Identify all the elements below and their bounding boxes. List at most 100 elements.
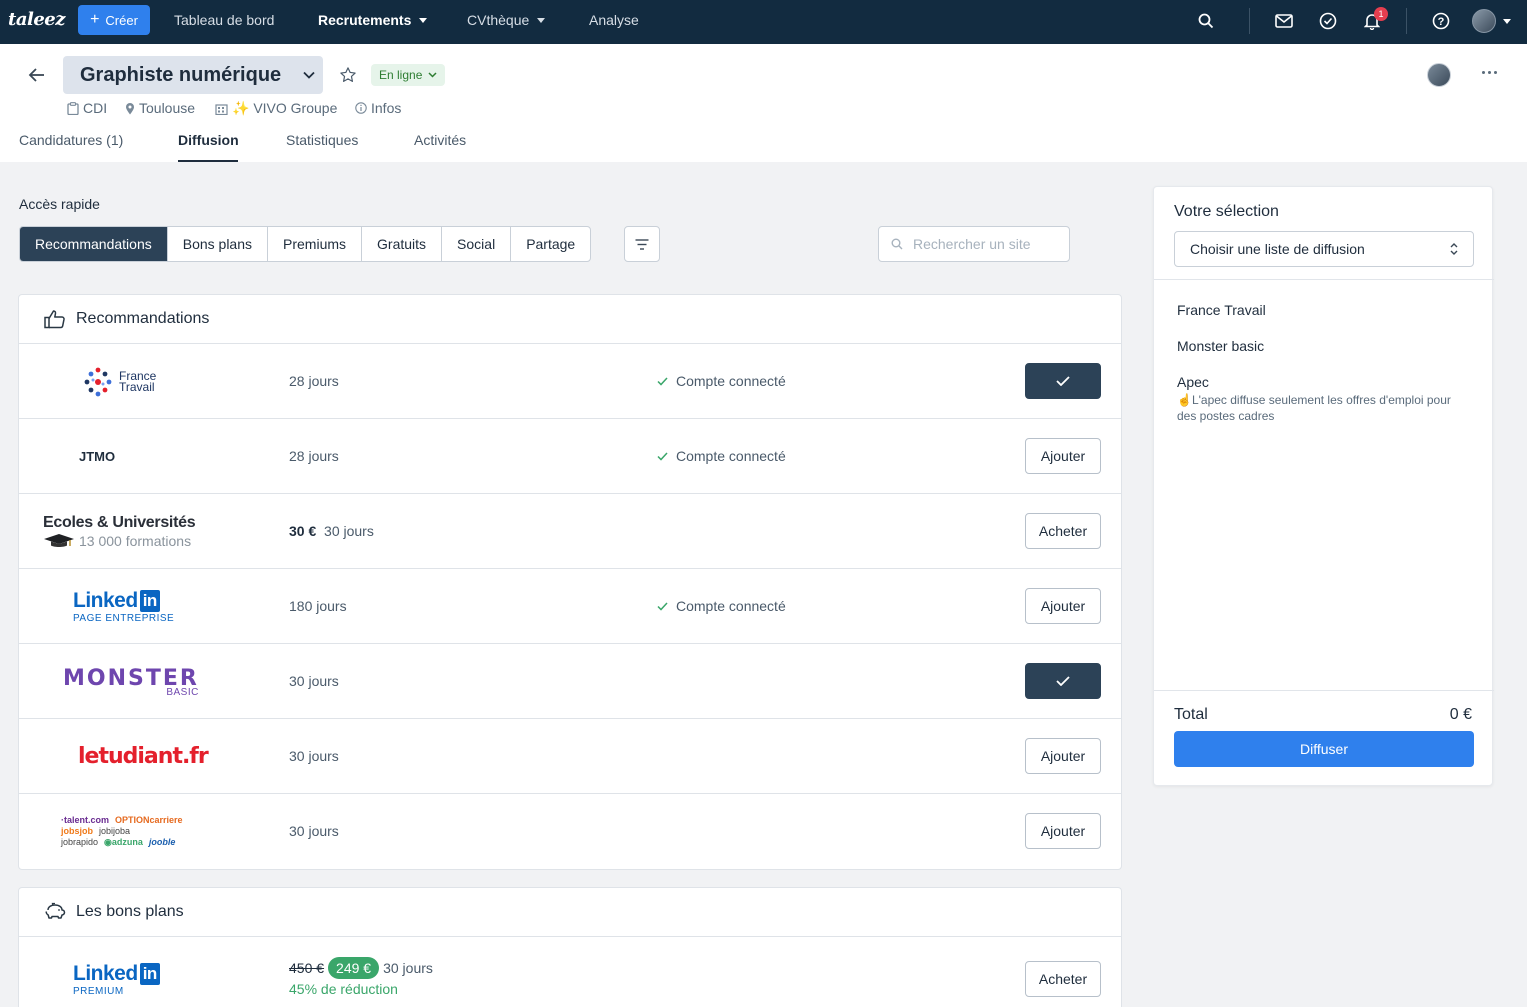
account-status: Compte connecté	[657, 373, 786, 389]
company-name: ✨ VIVO Groupe	[232, 100, 338, 116]
segment-premiums[interactable]: Premiums	[268, 227, 363, 261]
tab-statistics[interactable]: Statistiques	[286, 132, 358, 148]
status-badge[interactable]: En ligne	[371, 64, 446, 86]
selected-site-monster-basic: Monster basic	[1177, 338, 1265, 354]
tab-applications[interactable]: Candidatures (1)	[19, 132, 123, 148]
segment-gratuits[interactable]: Gratuits	[362, 227, 443, 261]
site-search-input[interactable]	[913, 236, 1053, 252]
more-options-icon[interactable]	[1482, 71, 1497, 74]
create-button[interactable]: + Créer	[78, 5, 150, 35]
caret-down-icon[interactable]	[1503, 19, 1511, 24]
add-button[interactable]: Ajouter	[1025, 438, 1101, 474]
total-value: 0 €	[1449, 706, 1472, 723]
letudiant-wordmark: letudiant.fr	[78, 744, 209, 769]
add-button[interactable]: Ajouter	[1025, 588, 1101, 624]
bell-icon[interactable]: 1	[1362, 7, 1388, 31]
ecoles-universites-logo-subtitle: 13 000 formations	[79, 532, 192, 549]
search-icon[interactable]	[1196, 11, 1216, 31]
quick-access-filter: Recommandations Bons plans Premiums Grat…	[19, 226, 592, 262]
linkedin-wordmark: Linked	[73, 589, 138, 612]
selected-toggle-button[interactable]	[1025, 363, 1101, 399]
segment-bons-plans[interactable]: Bons plans	[168, 227, 269, 261]
back-arrow-icon[interactable]	[28, 66, 46, 87]
segment-social[interactable]: Social	[442, 227, 512, 261]
filter-icon	[635, 238, 649, 250]
nav-recruitments[interactable]: Recrutements	[318, 12, 428, 28]
graduation-cap-icon	[44, 533, 74, 547]
duration: 30 jours	[324, 523, 374, 539]
tab-activities[interactable]: Activités	[414, 132, 466, 148]
france-travail-logo-text: France Travail	[119, 368, 157, 394]
infos-link[interactable]: Infos	[355, 100, 401, 116]
nav-dashboard[interactable]: Tableau de bord	[174, 12, 274, 28]
account-status-label: Compte connecté	[676, 448, 786, 464]
check-circle-icon[interactable]	[1318, 11, 1338, 31]
duration: 28 jours	[289, 448, 339, 464]
france-travail-mark-icon	[84, 367, 112, 396]
nav-cvtheque[interactable]: CVthèque	[467, 12, 546, 28]
panel-divider	[1154, 279, 1494, 280]
price-duration: 450 € 249 € 30 jours	[289, 957, 433, 979]
linkedin-in-icon: in	[139, 590, 160, 612]
mail-icon[interactable]	[1274, 11, 1294, 31]
site-row-jtmo: JTMO 28 jours Compte connecté Ajouter	[19, 419, 1121, 494]
check-icon	[657, 601, 668, 611]
location: Toulouse	[139, 100, 196, 116]
account-status: Compte connecté	[657, 598, 786, 614]
add-button[interactable]: Ajouter	[1025, 813, 1101, 849]
buy-button[interactable]: Acheter	[1025, 961, 1101, 997]
filter-button[interactable]	[624, 226, 660, 262]
info-icon	[355, 102, 367, 114]
tab-diffusion[interactable]: Diffusion	[178, 132, 239, 148]
add-button[interactable]: Ajouter	[1025, 738, 1101, 774]
letudiant-logo: letudiant.fr	[43, 719, 243, 794]
location-pin-icon	[126, 102, 134, 114]
user-avatar[interactable]	[1472, 9, 1496, 33]
jtmo-logo-text: JTMO	[79, 449, 116, 464]
piggy-bank-icon	[45, 902, 66, 919]
site-search[interactable]	[878, 226, 1070, 262]
panel-divider	[1154, 690, 1494, 691]
top-navbar: taleez + Créer Tableau de bord Recruteme…	[0, 0, 1527, 44]
buy-button[interactable]: Acheter	[1025, 513, 1101, 549]
old-price: 450 €	[289, 960, 325, 976]
create-button-label: Créer	[105, 12, 138, 28]
clipboard-icon	[67, 101, 79, 115]
recruiter-avatar[interactable]	[1427, 63, 1451, 87]
sort-arrows-icon	[1450, 243, 1458, 255]
taleez-logo[interactable]: taleez	[8, 9, 65, 30]
check-icon	[657, 376, 668, 386]
selected-toggle-button[interactable]	[1025, 663, 1101, 699]
discount-label: 45% de réduction	[289, 981, 398, 997]
linkedin-in-icon: in	[139, 963, 160, 985]
nav-analysis[interactable]: Analyse	[589, 12, 639, 28]
star-icon[interactable]	[339, 66, 357, 87]
diffuse-button[interactable]: Diffuser	[1174, 731, 1474, 767]
thumbs-up-icon	[44, 310, 65, 329]
chevron-down-icon	[428, 72, 437, 78]
aggregators-logo-cluster: ·talent.com OPTIONcarriere jobsjob jobijob…	[61, 815, 183, 847]
diffusion-list-select[interactable]: Choisir une liste de diffusion	[1174, 231, 1474, 267]
caret-down-icon	[419, 17, 428, 23]
infos-label: Infos	[371, 100, 402, 116]
search-icon	[891, 238, 903, 250]
bons-plans-title: Les bons plans	[76, 903, 184, 920]
job-title-dropdown[interactable]: Graphiste numérique	[63, 56, 323, 94]
selected-site-france-travail: France Travail	[1177, 302, 1266, 318]
duration: 30 jours	[289, 748, 339, 764]
check-icon	[657, 451, 668, 461]
recommendations-card: Recommandations France Travail 28 jours …	[18, 294, 1122, 870]
check-icon	[1056, 676, 1070, 686]
site-row-aggregators: ·talent.com OPTIONcarriere jobsjob jobijob…	[19, 794, 1121, 869]
company-meta: ✨ VIVO Groupe	[215, 100, 337, 117]
ecoles-universites-logo: Ecoles & Universités 13 000 formations	[43, 494, 243, 569]
segment-recommendations[interactable]: Recommandations	[20, 227, 168, 261]
recommendations-header: Recommandations	[19, 295, 1121, 344]
account-status: Compte connecté	[657, 448, 786, 464]
help-icon[interactable]: ?	[1431, 11, 1451, 31]
caret-down-icon	[537, 17, 546, 23]
segment-partage[interactable]: Partage	[511, 227, 590, 261]
linkedin-wordmark: Linked	[73, 962, 138, 985]
contract-meta: CDI	[67, 100, 107, 116]
nav-divider	[1249, 8, 1250, 34]
